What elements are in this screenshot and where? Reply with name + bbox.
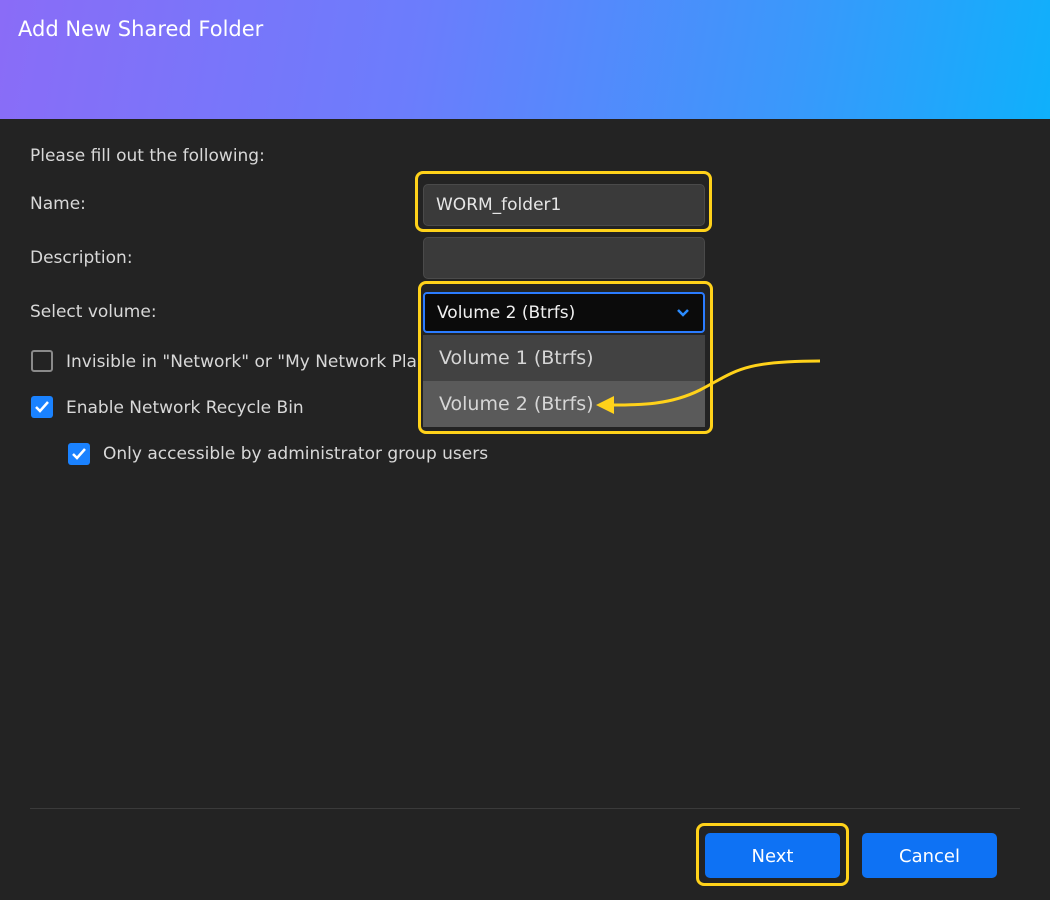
admin-only-checkbox-label: Only accessible by administrator group u…: [103, 444, 489, 464]
admin-only-checkbox[interactable]: [68, 443, 90, 465]
dialog-title: Add New Shared Folder: [18, 17, 264, 41]
volume-dropdown-list: Volume 1 (Btrfs) Volume 2 (Btrfs): [423, 335, 705, 427]
chevron-down-icon: [675, 305, 691, 319]
next-button[interactable]: Next: [705, 833, 840, 878]
volume-select-value: Volume 2 (Btrfs): [437, 303, 576, 323]
volume-option-2[interactable]: Volume 2 (Btrfs): [423, 381, 705, 427]
name-input[interactable]: WORM_folder1: [423, 184, 705, 226]
recycle-bin-checkbox-label: Enable Network Recycle Bin: [66, 398, 304, 418]
invisible-checkbox-label: Invisible in "Network" or "My Network Pl…: [66, 352, 417, 372]
name-label: Name:: [30, 194, 86, 214]
description-label: Description:: [30, 248, 133, 268]
invisible-checkbox[interactable]: [31, 350, 53, 372]
volume-label: Select volume:: [30, 302, 157, 322]
volume-select[interactable]: Volume 2 (Btrfs): [423, 292, 705, 333]
check-icon: [72, 448, 86, 460]
cancel-button[interactable]: Cancel: [862, 833, 997, 878]
footer-divider: [30, 808, 1020, 809]
description-input[interactable]: [423, 237, 705, 279]
dialog-header: Add New Shared Folder: [0, 0, 1050, 119]
instruction-text: Please fill out the following:: [30, 146, 265, 166]
check-icon: [35, 401, 49, 413]
volume-option-1[interactable]: Volume 1 (Btrfs): [423, 335, 705, 381]
recycle-bin-checkbox[interactable]: [31, 396, 53, 418]
